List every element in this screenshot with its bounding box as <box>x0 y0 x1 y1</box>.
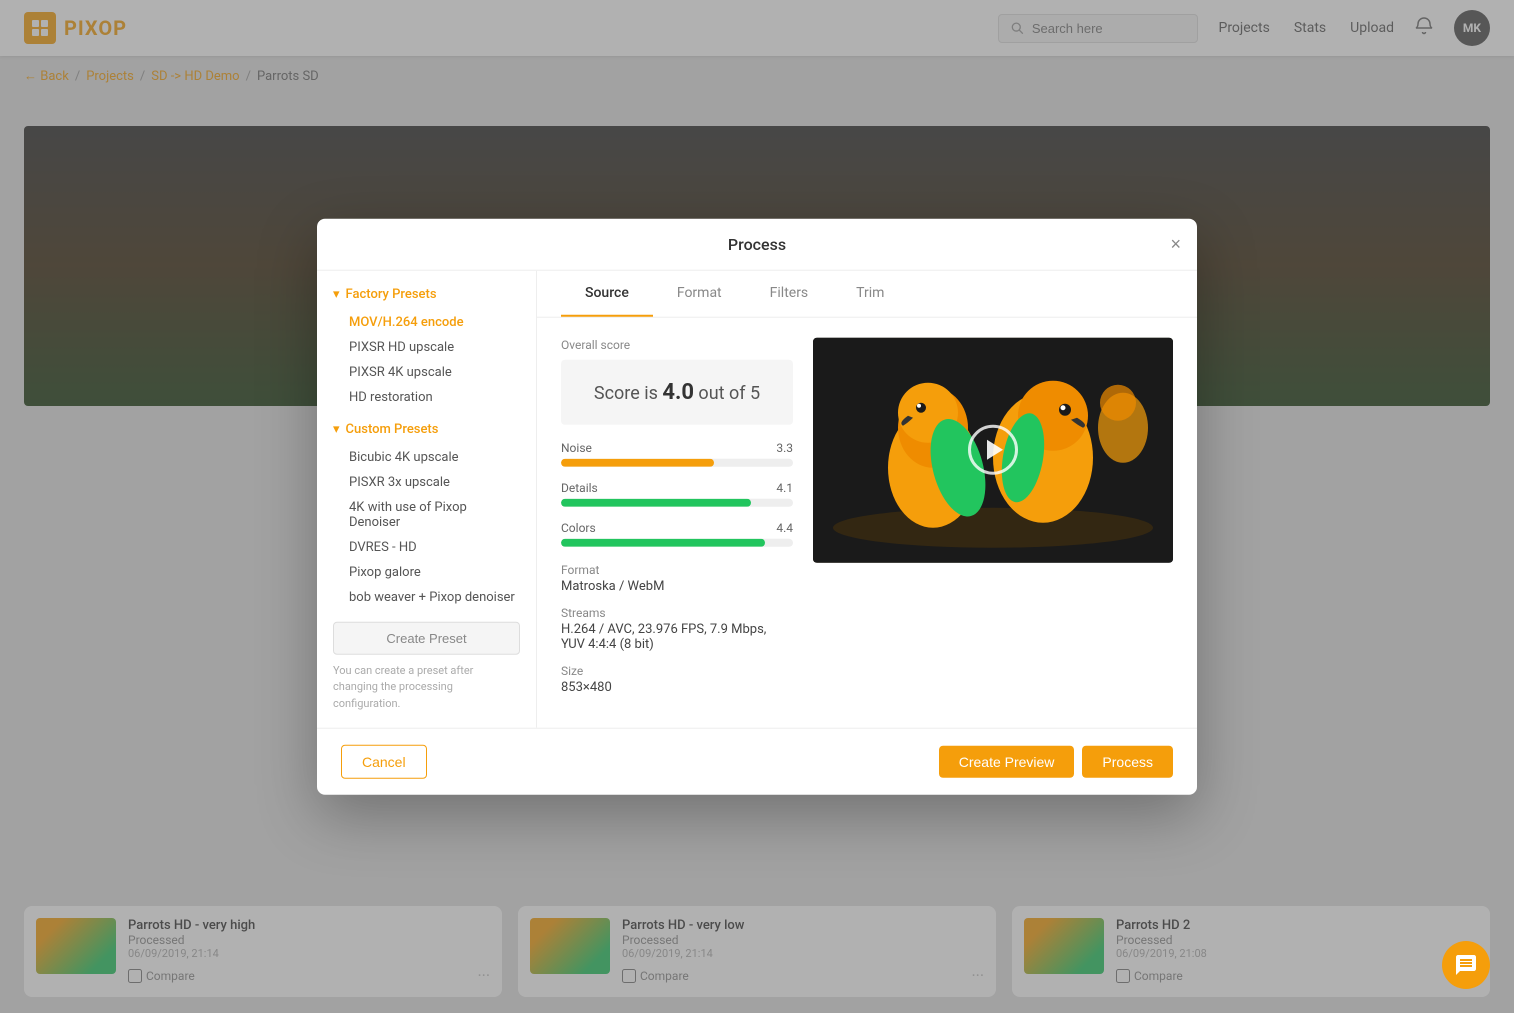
sidebar-item-pixsr-hd[interactable]: PIXSR HD upscale <box>333 334 520 359</box>
sidebar-item-dvres[interactable]: DVRES - HD <box>333 534 520 559</box>
play-button[interactable] <box>968 425 1018 475</box>
sidebar-item-bob-weaver[interactable]: bob weaver + Pixop denoiser <box>333 584 520 609</box>
format-value: Matroska / WebM <box>561 578 793 593</box>
play-icon <box>987 440 1003 460</box>
metric-details-label: Details <box>561 480 598 494</box>
process-modal: Process × ▾ Factory Presets MOV/H.264 en… <box>317 218 1197 795</box>
action-buttons: Create Preview Process <box>939 746 1173 778</box>
overall-score-label: Overall score <box>561 337 793 351</box>
custom-presets-header[interactable]: ▾ Custom Presets <box>333 421 520 436</box>
tab-source[interactable]: Source <box>561 270 653 316</box>
metric-details-bar-fill <box>561 498 751 506</box>
format-label: Format <box>561 562 793 576</box>
chevron-down-icon-custom: ▾ <box>333 421 340 436</box>
metric-colors-bar-bg <box>561 538 793 546</box>
metric-details-header: Details 4.1 <box>561 480 793 494</box>
create-preview-button[interactable]: Create Preview <box>939 746 1075 778</box>
tab-format[interactable]: Format <box>653 270 746 316</box>
modal-footer: Cancel Create Preview Process <box>317 728 1197 795</box>
metric-noise-header: Noise 3.3 <box>561 440 793 454</box>
custom-presets-label: Custom Presets <box>346 421 439 436</box>
modal-title: Process <box>728 234 786 253</box>
sidebar-hint: You can create a preset after changing t… <box>333 662 520 712</box>
metric-noise-label: Noise <box>561 440 592 454</box>
metric-noise-value: 3.3 <box>776 440 793 454</box>
streams-label: Streams <box>561 605 793 619</box>
sidebar-item-pixsr-4k[interactable]: PIXSR 4K upscale <box>333 359 520 384</box>
chat-bubble[interactable] <box>1442 941 1490 989</box>
tab-filters[interactable]: Filters <box>746 270 833 316</box>
modal-main: Source Format Filters Trim Overall score… <box>537 270 1197 728</box>
modal-sidebar: ▾ Factory Presets MOV/H.264 encode PIXSR… <box>317 270 537 728</box>
score-box: Score is 4.0 out of 5 <box>561 359 793 424</box>
sidebar-item-mov-h264[interactable]: MOV/H.264 encode <box>333 309 520 334</box>
factory-presets-label: Factory Presets <box>346 286 437 301</box>
metric-colors-bar-fill <box>561 538 765 546</box>
factory-presets-header[interactable]: ▾ Factory Presets <box>333 286 520 301</box>
size-label: Size <box>561 663 793 677</box>
size-value: 853×480 <box>561 679 793 694</box>
metric-colors-value: 4.4 <box>776 520 793 534</box>
modal-content-area: Overall score Score is 4.0 out of 5 Nois… <box>537 317 1197 728</box>
metric-colors-label: Colors <box>561 520 596 534</box>
sidebar-item-bicubic[interactable]: Bicubic 4K upscale <box>333 444 520 469</box>
score-section: Overall score Score is 4.0 out of 5 Nois… <box>561 337 793 708</box>
metric-details-value: 4.1 <box>776 480 793 494</box>
score-text: Score is 4.0 out of 5 <box>594 382 760 403</box>
cancel-button[interactable]: Cancel <box>341 745 427 779</box>
create-preset-button[interactable]: Create Preset <box>333 621 520 654</box>
sidebar-item-pisxr-3x[interactable]: PISXR 3x upscale <box>333 469 520 494</box>
sidebar-item-4k-denoiser[interactable]: 4K with use of Pixop Denoiser <box>333 494 520 534</box>
sidebar-item-hd-restoration[interactable]: HD restoration <box>333 384 520 409</box>
format-info: Format Matroska / WebM Streams H.264 / A… <box>561 562 793 694</box>
metric-noise-bar-bg <box>561 458 793 466</box>
streams-value: H.264 / AVC, 23.976 FPS, 7.9 Mbps, YUV 4… <box>561 621 793 651</box>
modal-header: Process × <box>317 218 1197 270</box>
metric-details: Details 4.1 <box>561 480 793 506</box>
video-section <box>813 337 1173 708</box>
metric-colors: Colors 4.4 <box>561 520 793 546</box>
modal-body: ▾ Factory Presets MOV/H.264 encode PIXSR… <box>317 270 1197 728</box>
video-thumbnail[interactable] <box>813 337 1173 562</box>
modal-close-button[interactable]: × <box>1170 235 1181 253</box>
metric-details-bar-bg <box>561 498 793 506</box>
modal-tabs: Source Format Filters Trim <box>537 270 1197 317</box>
metric-noise: Noise 3.3 <box>561 440 793 466</box>
sidebar-item-pixop-galore[interactable]: Pixop galore <box>333 559 520 584</box>
tab-trim[interactable]: Trim <box>832 270 908 316</box>
chevron-down-icon: ▾ <box>333 286 340 301</box>
metric-noise-bar-fill <box>561 458 714 466</box>
process-button[interactable]: Process <box>1082 746 1173 778</box>
metric-colors-header: Colors 4.4 <box>561 520 793 534</box>
